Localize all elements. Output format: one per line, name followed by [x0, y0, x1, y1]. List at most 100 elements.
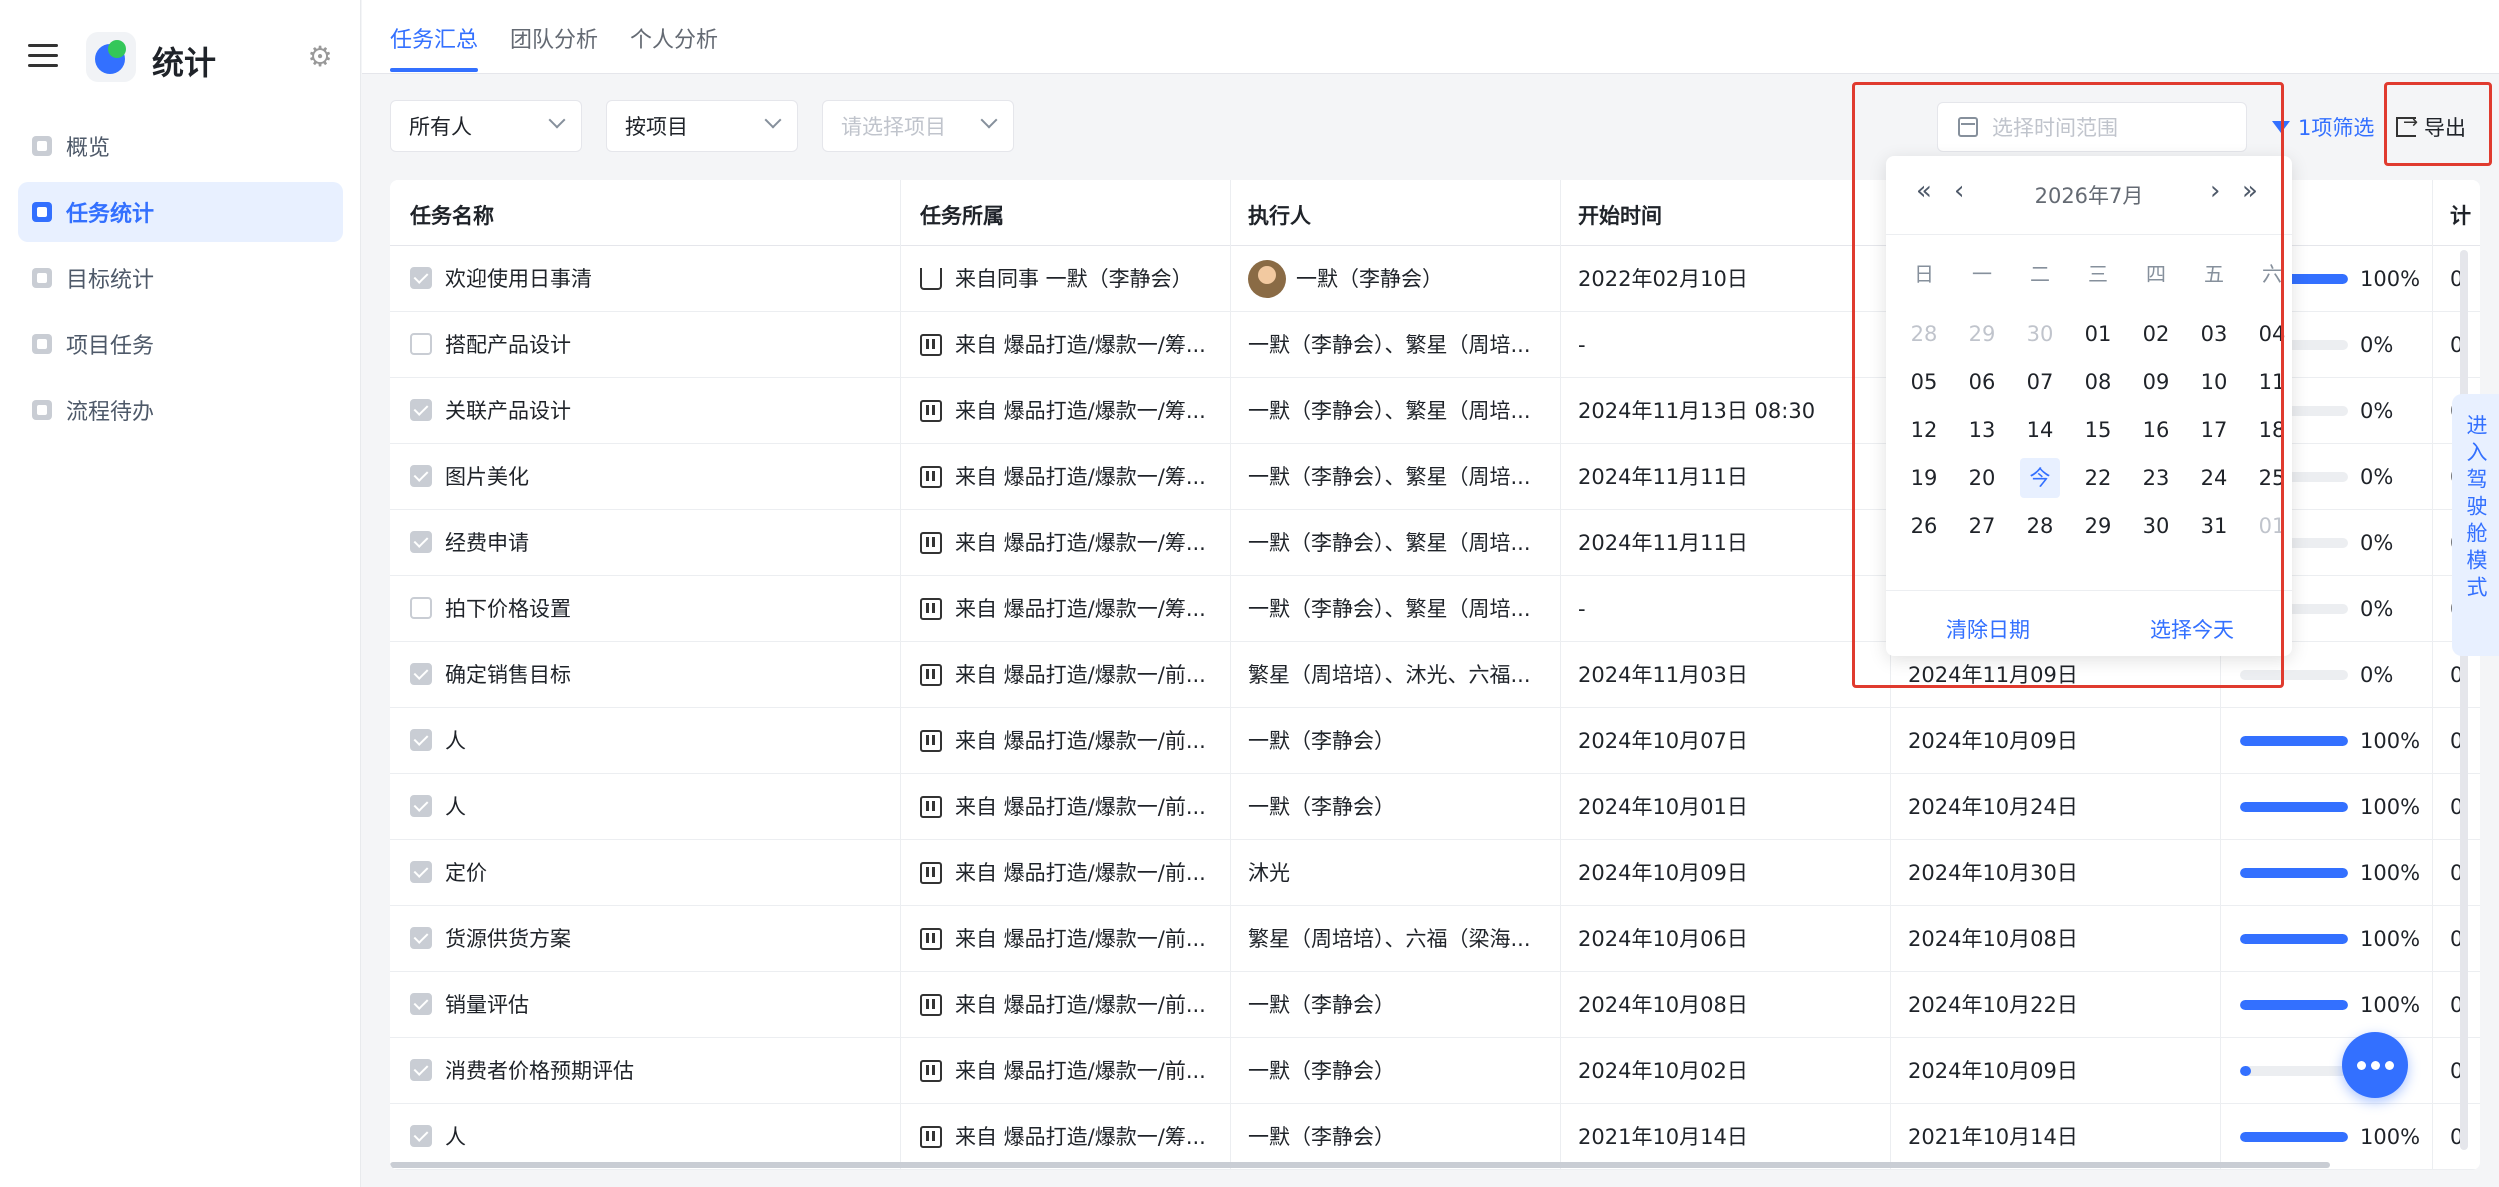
progress-percent: 0% — [2360, 333, 2394, 357]
calendar-day[interactable]: 04 — [2252, 314, 2292, 354]
calendar-day[interactable]: 17 — [2194, 410, 2234, 450]
calendar-day[interactable]: 30 — [2136, 506, 2176, 546]
progress-percent: 100% — [2360, 927, 2421, 951]
task-checkbox[interactable] — [410, 333, 432, 355]
progress-bar — [2240, 1000, 2348, 1010]
calendar-day[interactable]: 11 — [2252, 362, 2292, 402]
calendar-day[interactable]: 12 — [1904, 410, 1944, 450]
task-checkbox[interactable] — [410, 1059, 432, 1081]
calendar-day[interactable]: 20 — [1962, 458, 2002, 498]
sidebar-item-overview[interactable]: 概览 — [18, 116, 343, 176]
calendar-day[interactable]: 18 — [2252, 410, 2292, 450]
calendar-month-title: 2026年7月 — [2034, 184, 2144, 208]
table-row[interactable]: 人 来自 爆品打造/爆款一/前... 一默（李静会） 2024年10月07日 2024年… — [390, 708, 2480, 774]
calendar-day[interactable]: 08 — [2078, 362, 2118, 402]
progress-percent: 0% — [2360, 465, 2394, 489]
calendar-day[interactable]: 25 — [2252, 458, 2292, 498]
calendar-day[interactable]: 24 — [2194, 458, 2234, 498]
calendar-day[interactable]: 02 — [2136, 314, 2176, 354]
sidebar-item-workflow-todo[interactable]: 流程待办 — [18, 380, 343, 440]
horizontal-scrollbar[interactable] — [390, 1162, 2330, 1168]
task-name: 搭配产品设计 — [445, 333, 571, 357]
calendar-day[interactable]: 16 — [2136, 410, 2176, 450]
owner-select[interactable]: 所有人 — [390, 100, 582, 152]
task-checkbox[interactable] — [410, 663, 432, 685]
calendar-day[interactable]: 23 — [2136, 458, 2176, 498]
task-checkbox[interactable] — [410, 1125, 432, 1147]
calendar-day[interactable]: 05 — [1904, 362, 1944, 402]
table-row[interactable]: 人 来自 爆品打造/爆款一/前... 一默（李静会） 2024年10月01日 2024年… — [390, 774, 2480, 840]
task-name: 销量评估 — [445, 993, 529, 1017]
task-checkbox[interactable] — [410, 465, 432, 487]
calendar-day[interactable]: 30 — [2020, 314, 2060, 354]
task-checkbox[interactable] — [410, 861, 432, 883]
calendar-day[interactable]: 13 — [1962, 410, 2002, 450]
calendar-day[interactable]: 15 — [2078, 410, 2118, 450]
table-row[interactable]: 销量评估 来自 爆品打造/爆款一/前... 一默（李静会） 2024年10月08日 20… — [390, 972, 2480, 1038]
more-actions-button[interactable] — [2342, 1032, 2408, 1098]
calendar-day[interactable]: 01 — [2252, 506, 2292, 546]
tab-team-analysis[interactable]: 团队分析 — [510, 22, 598, 54]
calendar-day[interactable]: 31 — [2194, 506, 2234, 546]
task-checkbox[interactable] — [410, 993, 432, 1015]
cockpit-mode-tab[interactable]: 进入驾驶舱模式 — [2452, 394, 2499, 656]
tab-task-summary[interactable]: 任务汇总 — [390, 22, 478, 54]
sidebar-item-goal-stats[interactable]: 目标统计 — [18, 248, 343, 308]
task-name: 人 — [445, 795, 466, 819]
table-row[interactable]: 定价 来自 爆品打造/爆款一/前... 沐光 2024年10月09日 2024年10月3… — [390, 840, 2480, 906]
cockpit-mode-label: 进入驾驶舱模式 — [2464, 414, 2488, 603]
table-row[interactable]: 消费者价格预期评估 来自 爆品打造/爆款一/前... 一默（李静会） 2024年10月… — [390, 1038, 2480, 1104]
next-year-icon[interactable]: » — [2242, 176, 2258, 206]
sidebar-item-project-tasks[interactable]: 项目任务 — [18, 314, 343, 374]
calendar-day[interactable]: 03 — [2194, 314, 2234, 354]
progress-percent: 100% — [2360, 795, 2421, 819]
calendar-day[interactable]: 22 — [2078, 458, 2118, 498]
calendar-day-today[interactable]: 今 — [2020, 458, 2060, 498]
menu-icon[interactable] — [28, 44, 58, 68]
calendar-day[interactable]: 28 — [2020, 506, 2060, 546]
calendar-day[interactable]: 29 — [1962, 314, 2002, 354]
task-name: 拍下价格设置 — [445, 597, 571, 621]
calendar-day[interactable]: 26 — [1904, 506, 1944, 546]
calendar-day[interactable]: 09 — [2136, 362, 2176, 402]
task-end-time: 2021年10月14日 — [1908, 1125, 2078, 1149]
task-source: 来自 爆品打造/爆款一/筹... — [955, 1125, 1206, 1149]
calendar-day[interactable]: 10 — [2194, 362, 2234, 402]
calendar-day[interactable]: 01 — [2078, 314, 2118, 354]
table-row[interactable]: 人 来自 爆品打造/爆款一/筹... 一默（李静会） 2021年10月14日 2021年… — [390, 1104, 2480, 1170]
task-checkbox[interactable] — [410, 795, 432, 817]
project-board-icon — [920, 532, 942, 554]
select-today-button[interactable]: 选择今天 — [2150, 614, 2234, 644]
calendar-day[interactable]: 28 — [1904, 314, 1944, 354]
vertical-scrollbar[interactable] — [2460, 250, 2468, 1150]
group-by-select[interactable]: 按项目 — [606, 100, 798, 152]
calendar-day[interactable]: 07 — [2020, 362, 2060, 402]
task-checkbox[interactable] — [410, 399, 432, 421]
task-checkbox[interactable] — [410, 531, 432, 553]
calendar-day[interactable]: 06 — [1962, 362, 2002, 402]
next-month-icon[interactable]: › — [2210, 176, 2220, 206]
weekday-label: 三 — [2088, 262, 2108, 286]
task-source: 来自 爆品打造/爆款一/前... — [955, 663, 1206, 687]
task-checkbox[interactable] — [410, 267, 432, 289]
calendar-day[interactable]: 29 — [2078, 506, 2118, 546]
calendar-day[interactable]: 27 — [1962, 506, 2002, 546]
calendar-day[interactable]: 14 — [2020, 410, 2060, 450]
date-range-input[interactable]: 选择时间范围 — [1937, 102, 2247, 152]
tab-bar: 任务汇总 团队分析 个人分析 — [362, 0, 2499, 74]
task-checkbox[interactable] — [410, 597, 432, 619]
export-button[interactable]: 导出 — [2396, 112, 2466, 142]
sidebar-item-task-stats[interactable]: 任务统计 — [18, 182, 343, 242]
task-checkbox[interactable] — [410, 927, 432, 949]
sidebar-item-label: 任务统计 — [66, 202, 155, 227]
task-checkbox[interactable] — [410, 729, 432, 751]
gear-icon[interactable]: ⚙ — [306, 43, 334, 71]
calendar-day[interactable]: 19 — [1904, 458, 1944, 498]
project-select[interactable]: 请选择项目 — [822, 100, 1014, 152]
tab-personal-analysis[interactable]: 个人分析 — [630, 22, 718, 54]
table-row[interactable]: 货源供货方案 来自 爆品打造/爆款一/前... 繁星（周培培）、六福（梁海... 20… — [390, 906, 2480, 972]
progress-bar — [2240, 1066, 2348, 1076]
filter-button[interactable]: 1项筛选 — [2272, 112, 2374, 142]
clear-date-button[interactable]: 清除日期 — [1946, 614, 2030, 644]
filter-icon — [2272, 121, 2290, 133]
